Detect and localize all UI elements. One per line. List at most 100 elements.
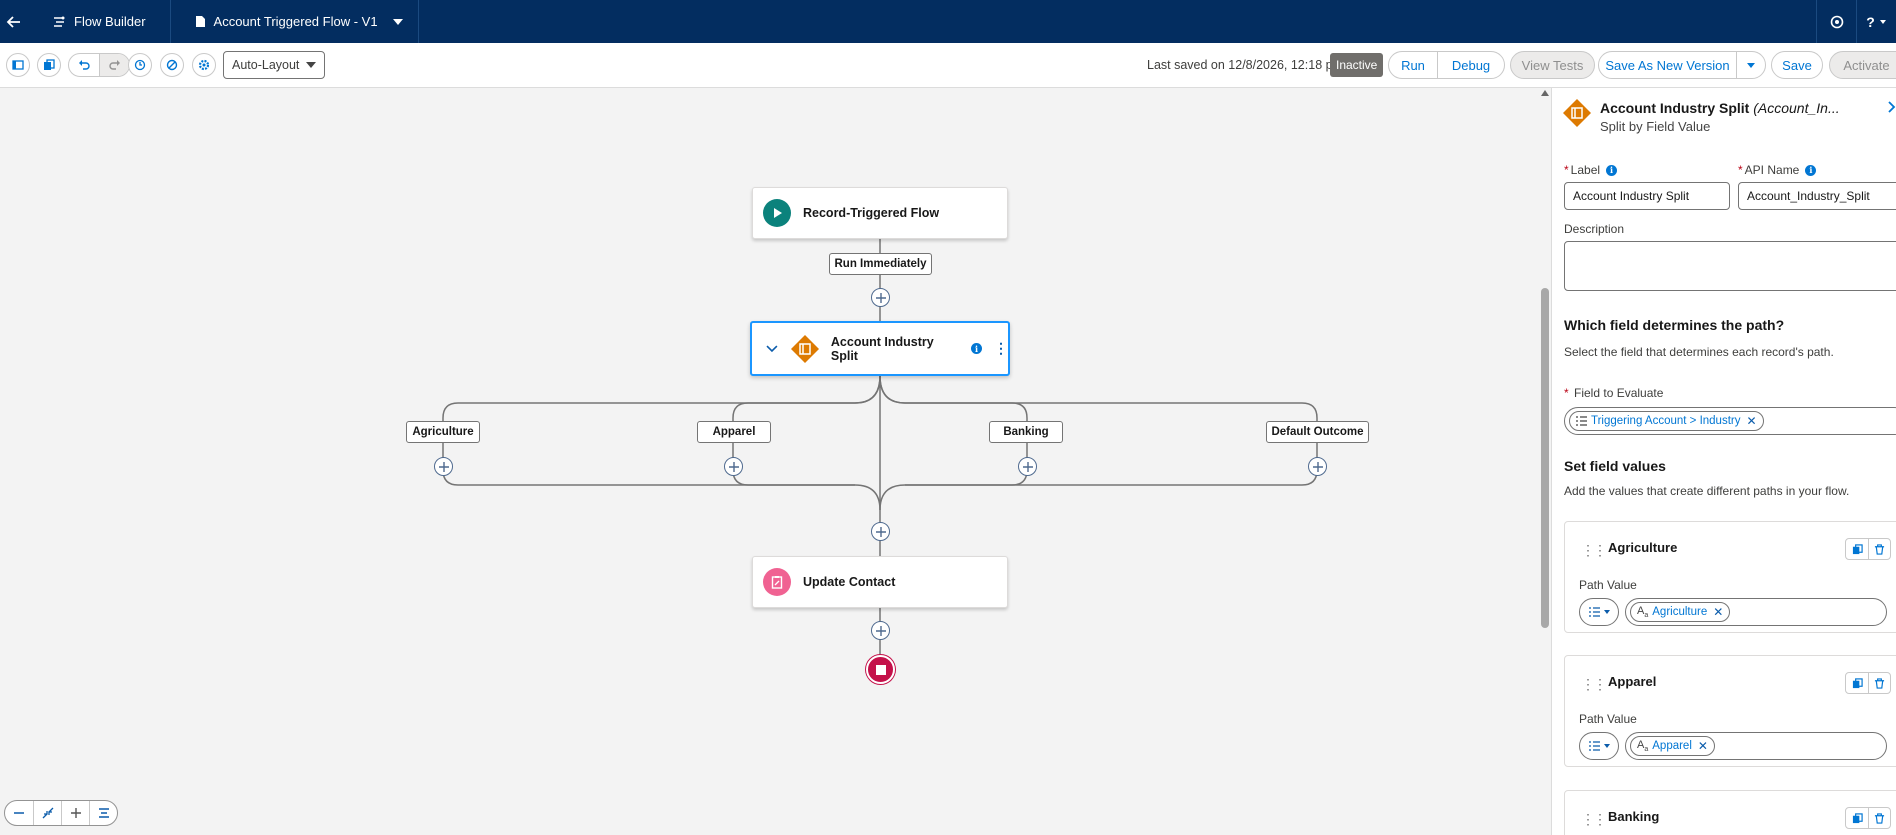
update-records-node[interactable]: Update Contact xyxy=(752,556,1008,608)
copy-icon xyxy=(1852,812,1863,823)
plus-icon xyxy=(728,461,739,472)
setup-button[interactable] xyxy=(1816,0,1856,43)
duplicate-button[interactable] xyxy=(1846,808,1868,828)
delete-button[interactable] xyxy=(1868,673,1890,693)
panel-title-label: Account Industry Split xyxy=(1600,100,1750,116)
label-input[interactable]: Account Industry Split xyxy=(1564,182,1730,210)
start-node[interactable]: Record-Triggered Flow xyxy=(752,187,1008,239)
info-icon[interactable]: i xyxy=(1606,164,1618,176)
add-element-button[interactable] xyxy=(724,457,743,476)
end-node[interactable] xyxy=(866,655,895,684)
debug-button[interactable]: Debug xyxy=(1437,51,1505,79)
delete-button[interactable] xyxy=(1868,539,1890,559)
field-pill[interactable]: Triggering Account > Industry ✕ xyxy=(1569,411,1764,431)
copy-button[interactable] xyxy=(37,53,61,77)
close-panel-button[interactable] xyxy=(1888,100,1896,116)
ban-icon xyxy=(166,59,178,71)
remove-icon[interactable]: ✕ xyxy=(1698,739,1708,753)
path-value-type-select[interactable] xyxy=(1579,598,1619,626)
path-value-input[interactable]: Aa Apparel ✕ xyxy=(1625,732,1887,760)
undo-redo-group xyxy=(68,53,130,77)
add-element-button[interactable] xyxy=(871,522,890,541)
card-actions xyxy=(1845,538,1891,560)
decision-node-selected[interactable]: Account Industry Split i ⋮ xyxy=(750,321,1010,376)
branch-label-agriculture[interactable]: Agriculture xyxy=(406,421,480,443)
errors-button[interactable] xyxy=(160,53,184,77)
remove-icon[interactable]: ✕ xyxy=(1713,605,1723,619)
info-icon[interactable]: i xyxy=(971,343,982,354)
add-element-button[interactable] xyxy=(871,621,890,640)
more-actions-icon[interactable]: ⋮ xyxy=(994,340,1008,357)
field-to-evaluate-input[interactable]: Triggering Account > Industry ✕ xyxy=(1564,407,1896,435)
info-icon[interactable]: i xyxy=(1805,164,1817,176)
drag-handle-icon[interactable]: ⋮⋮ xyxy=(1581,811,1607,828)
zoom-out-button[interactable] xyxy=(5,801,33,825)
help-button[interactable]: ? xyxy=(1856,0,1896,43)
drag-handle-icon[interactable]: ⋮⋮ xyxy=(1581,676,1607,693)
run-immediately-label[interactable]: Run Immediately xyxy=(829,253,932,275)
which-field-heading: Which field determines the path? xyxy=(1564,317,1785,333)
delete-button[interactable] xyxy=(1868,808,1890,828)
fit-view-button[interactable] xyxy=(33,801,61,825)
toggle-toolbox-button[interactable] xyxy=(6,53,30,77)
properties-panel: Account Industry Split (Account_In... Sp… xyxy=(1551,88,1896,835)
chevron-down-icon xyxy=(306,62,316,68)
view-tests-button[interactable]: View Tests xyxy=(1510,51,1595,79)
chevron-down-icon xyxy=(1603,744,1610,748)
flow-toolbar: Auto-Layout Last saved on 12/8/2026, 12:… xyxy=(0,43,1896,88)
add-element-button[interactable] xyxy=(434,457,453,476)
add-element-button[interactable] xyxy=(871,288,890,307)
duplicate-button[interactable] xyxy=(1846,539,1868,559)
flow-canvas[interactable]: Record-Triggered Flow Run Immediately Ac… xyxy=(0,88,1551,835)
canvas-scrollbar[interactable] xyxy=(1539,88,1551,835)
undo-button[interactable] xyxy=(69,54,99,76)
copy-icon xyxy=(44,59,55,70)
zoom-controls xyxy=(4,800,118,826)
save-options-dropdown[interactable] xyxy=(1736,51,1766,79)
branch-label-apparel[interactable]: Apparel xyxy=(697,421,771,443)
zoom-in-button[interactable] xyxy=(61,801,89,825)
split-icon xyxy=(1562,98,1592,128)
path-value-input[interactable]: Aa Agriculture ✕ xyxy=(1625,598,1887,626)
remove-icon[interactable]: ✕ xyxy=(1746,414,1756,428)
version-history-button[interactable] xyxy=(128,53,152,77)
value-pill-label: Agriculture xyxy=(1652,606,1708,618)
file-menu[interactable]: Account Triggered Flow - V1 xyxy=(171,0,419,43)
flow-settings-button[interactable] xyxy=(192,53,216,77)
save-as-new-version-button[interactable]: Save As New Version xyxy=(1598,51,1737,79)
add-element-button[interactable] xyxy=(1308,457,1327,476)
activate-button[interactable]: Activate xyxy=(1829,51,1896,79)
path-value-card: ⋮⋮ Apparel Path Value Aa Apparel ✕ xyxy=(1564,655,1896,767)
duplicate-button[interactable] xyxy=(1846,673,1868,693)
api-name-input[interactable]: Account_Industry_Split xyxy=(1738,182,1896,210)
run-button[interactable]: Run xyxy=(1388,51,1438,79)
drag-handle-icon[interactable]: ⋮⋮ xyxy=(1581,542,1607,559)
scroll-up-arrow-icon[interactable] xyxy=(1541,90,1549,96)
scrollbar-thumb[interactable] xyxy=(1541,288,1549,628)
back-button[interactable] xyxy=(0,0,28,43)
update-records-icon xyxy=(763,568,791,596)
app-name: Flow Builder xyxy=(74,14,146,29)
plus-icon xyxy=(875,625,886,636)
redo-button[interactable] xyxy=(99,54,129,76)
value-pill[interactable]: Aa Agriculture ✕ xyxy=(1630,602,1731,622)
chevron-right-icon xyxy=(1888,101,1896,113)
app-launcher[interactable]: Flow Builder xyxy=(52,0,171,43)
value-pill[interactable]: Aa Apparel ✕ xyxy=(1630,736,1715,756)
arrow-left-icon xyxy=(6,15,20,28)
picklist-icon xyxy=(1576,416,1587,426)
plus-icon xyxy=(1312,461,1323,472)
branch-label-banking[interactable]: Banking xyxy=(989,421,1063,443)
play-icon xyxy=(763,199,791,227)
save-button[interactable]: Save xyxy=(1771,51,1823,79)
align-button[interactable] xyxy=(89,801,117,825)
branch-label-default-outcome[interactable]: Default Outcome xyxy=(1266,421,1369,443)
description-textarea[interactable] xyxy=(1564,241,1896,291)
add-element-button[interactable] xyxy=(1018,457,1037,476)
decision-node-title: Account Industry Split xyxy=(830,334,934,363)
layout-select[interactable]: Auto-Layout xyxy=(223,51,325,79)
copy-icon xyxy=(1852,677,1863,688)
path-value-type-select[interactable] xyxy=(1579,732,1619,760)
path-value-label: Path Value xyxy=(1579,578,1637,592)
chevron-down-icon xyxy=(1879,19,1886,24)
